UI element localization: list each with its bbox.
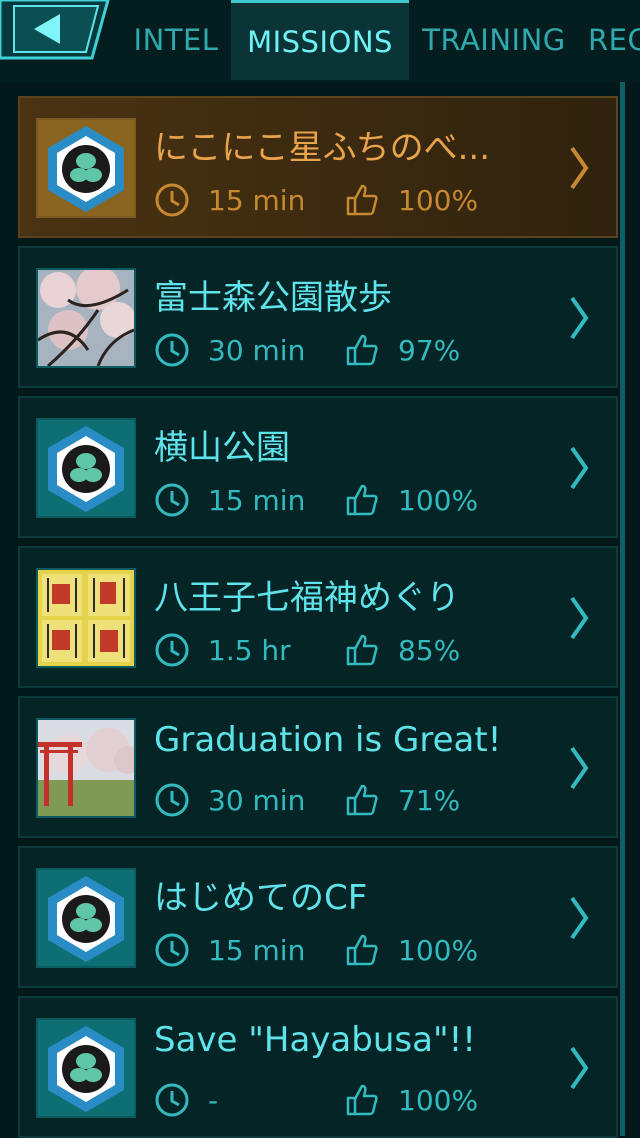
mission-title: 富士森公園散歩 — [154, 278, 392, 318]
mission-title: はじめてのCF — [154, 878, 368, 918]
clock-icon — [155, 933, 189, 967]
thumbs-up-icon — [346, 634, 378, 666]
mission-duration: 1.5 hr — [208, 634, 291, 667]
thumbs-up-icon — [346, 334, 378, 366]
top-nav-bar: INTEL MISSIONS TRAINING REC — [0, 0, 640, 82]
chevron-right-icon[interactable] — [568, 594, 590, 642]
tab-recruit[interactable]: REC — [588, 0, 640, 80]
tab-missions[interactable]: MISSIONS — [231, 0, 409, 80]
chevron-right-icon[interactable] — [568, 444, 590, 492]
mission-title: 八王子七福神めぐり — [154, 578, 460, 618]
mission-rating: 100% — [398, 934, 479, 967]
cherry-blossom-photo — [36, 268, 136, 368]
mission-rating: 100% — [398, 484, 479, 517]
mission-duration: 15 min — [208, 484, 306, 517]
mission-row[interactable]: にこにこ星ふちのべ... 15 min 100% — [18, 96, 618, 238]
mission-row[interactable]: 横山公園 15 min 100% — [18, 396, 618, 538]
mission-meta: 1.5 hr 85% — [154, 632, 554, 668]
mission-duration: 15 min — [208, 934, 306, 967]
shrine-stamp-photo — [36, 568, 136, 668]
mission-meta: 15 min 100% — [154, 482, 554, 518]
chevron-right-icon[interactable] — [568, 1044, 590, 1092]
clock-icon — [155, 333, 189, 367]
mission-meta: 15 min 100% — [154, 182, 554, 218]
thumbs-up-icon — [346, 934, 378, 966]
mission-rating: 71% — [398, 784, 461, 817]
clock-icon — [155, 1083, 189, 1117]
mission-duration: 30 min — [208, 334, 306, 367]
mission-badge-icon — [36, 418, 136, 518]
chevron-right-icon[interactable] — [568, 744, 590, 792]
thumbs-up-icon — [346, 784, 378, 816]
mission-title: Graduation is Great! — [154, 720, 502, 760]
mission-duration: 15 min — [208, 184, 306, 217]
mission-row[interactable]: Graduation is Great! 30 min 71% — [18, 696, 618, 838]
mission-meta: 30 min 71% — [154, 782, 554, 818]
clock-icon — [155, 783, 189, 817]
chevron-right-icon[interactable] — [568, 894, 590, 942]
mission-row[interactable]: はじめてのCF 15 min 100% — [18, 846, 618, 988]
thumbs-up-icon — [346, 484, 378, 516]
back-arrow-icon[interactable] — [0, 0, 110, 62]
mission-meta: 30 min 97% — [154, 332, 554, 368]
mission-rating: 100% — [398, 184, 479, 217]
scrollbar[interactable] — [620, 82, 625, 1136]
tab-intel[interactable]: INTEL — [126, 0, 226, 80]
mission-title: にこにこ星ふちのべ... — [154, 128, 491, 168]
tab-training[interactable]: TRAINING — [418, 0, 570, 80]
mission-meta: - 100% — [154, 1082, 554, 1118]
mission-duration: 30 min — [208, 784, 306, 817]
mission-badge-icon — [36, 118, 136, 218]
chevron-right-icon[interactable] — [568, 294, 590, 342]
chevron-right-icon[interactable] — [568, 144, 590, 192]
mission-duration: - — [208, 1084, 219, 1117]
clock-icon — [155, 483, 189, 517]
mission-title: Save "Hayabusa"!! — [154, 1020, 476, 1060]
mission-title: 横山公園 — [154, 428, 290, 468]
clock-icon — [155, 633, 189, 667]
mission-row[interactable]: Save "Hayabusa"!! - 100% — [18, 996, 618, 1138]
thumbs-up-icon — [346, 1084, 378, 1116]
mission-meta: 15 min 100% — [154, 932, 554, 968]
torii-park-photo — [36, 718, 136, 818]
mission-rating: 100% — [398, 1084, 479, 1117]
thumbs-up-icon — [346, 184, 378, 216]
mission-rating: 97% — [398, 334, 461, 367]
mission-rating: 85% — [398, 634, 461, 667]
mission-badge-icon — [36, 1018, 136, 1118]
clock-icon — [155, 183, 189, 217]
mission-row[interactable]: 八王子七福神めぐり 1.5 hr 85% — [18, 546, 618, 688]
mission-badge-icon — [36, 868, 136, 968]
mission-row[interactable]: 富士森公園散歩 30 min 97% — [18, 246, 618, 388]
